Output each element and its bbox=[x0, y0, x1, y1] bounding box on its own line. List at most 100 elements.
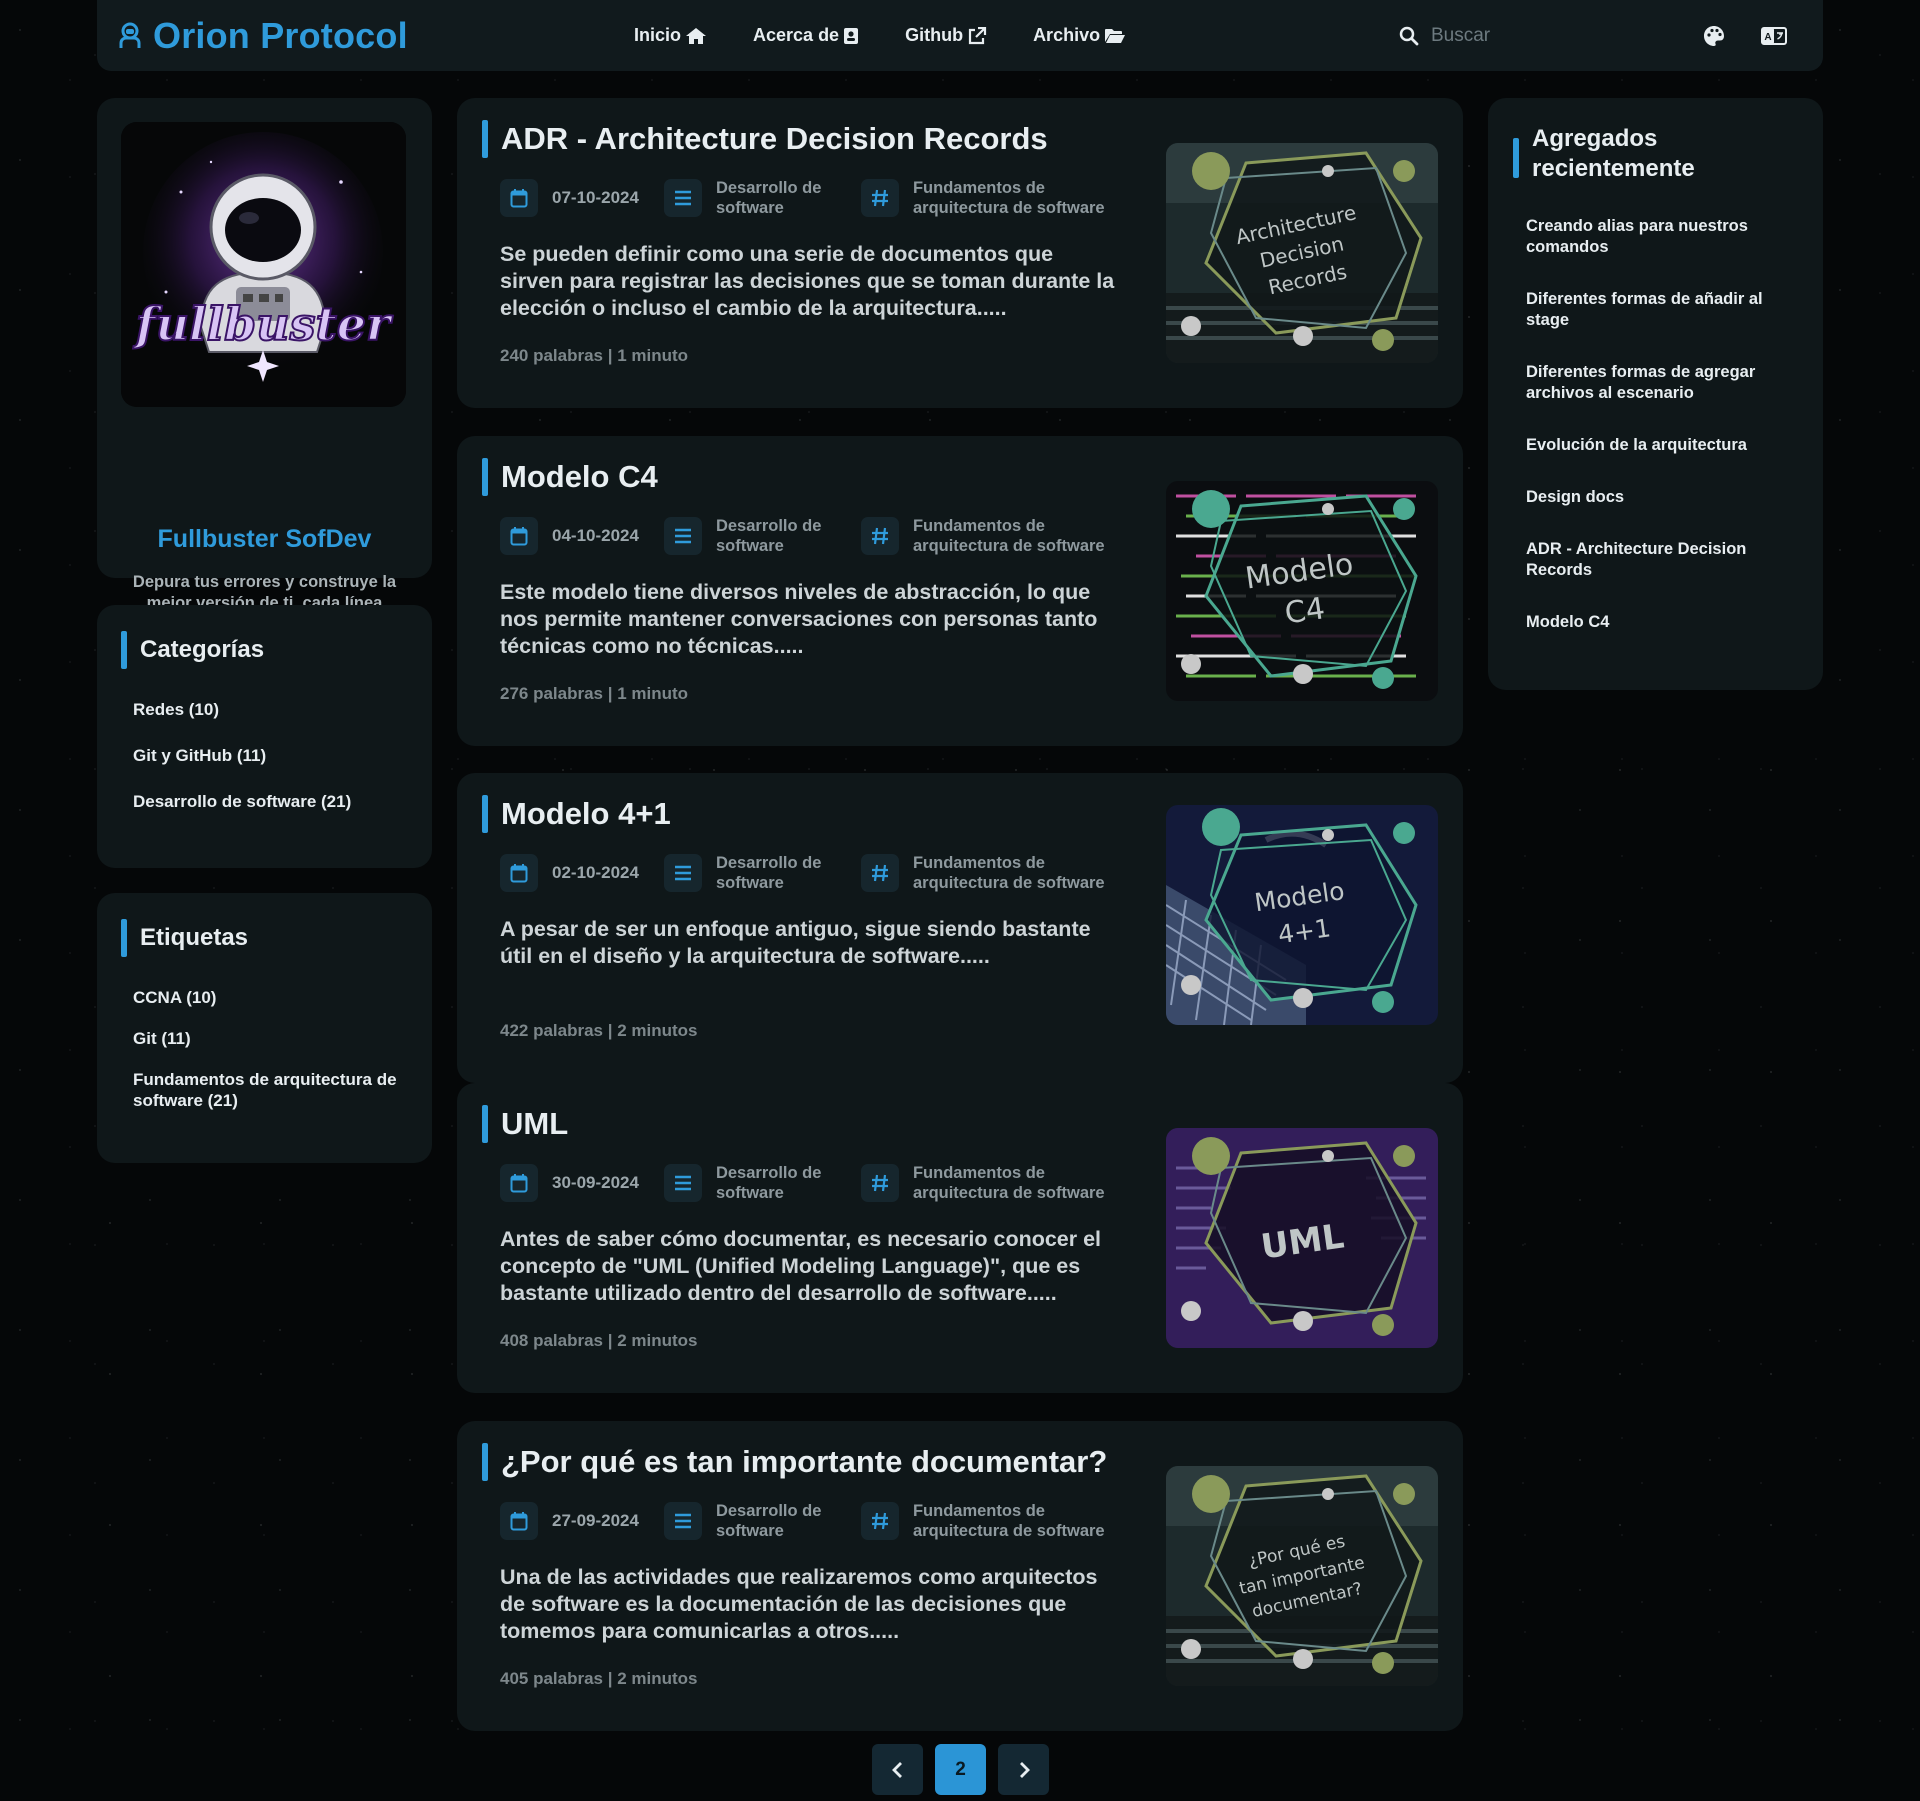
post-excerpt: Una de las actividades que realizaremos … bbox=[500, 1565, 1098, 1643]
recent-post-link[interactable]: Evolución de la arquitectura bbox=[1526, 435, 1796, 456]
recent-post-link[interactable]: Design docs bbox=[1526, 487, 1796, 508]
post-heading: UML bbox=[482, 1105, 568, 1143]
post-title[interactable]: Modelo C4 bbox=[501, 458, 658, 496]
tags-heading: Etiquetas bbox=[121, 919, 248, 957]
avatar-logo-text: fullbuster bbox=[133, 297, 394, 351]
post-thumbnail[interactable]: Modelo 4+1 bbox=[1166, 805, 1438, 1025]
post-excerpt: Antes de saber cómo documentar, es neces… bbox=[500, 1227, 1102, 1305]
post-thumbnail[interactable]: Modelo C4 bbox=[1166, 481, 1438, 701]
post-category[interactable]: Desarrollo de software bbox=[716, 516, 836, 556]
heading-accent-bar bbox=[482, 795, 488, 833]
categories-list: Redes (10) Git y GitHub (11) Desarrollo … bbox=[133, 699, 351, 812]
tags-list: CCNA (10) Git (11) Fundamentos de arquit… bbox=[133, 987, 403, 1111]
recent-post-link[interactable]: Modelo C4 bbox=[1526, 612, 1796, 633]
post-category[interactable]: Desarrollo de software bbox=[716, 853, 836, 893]
post-tag[interactable]: Fundamentos de arquitectura de software bbox=[913, 1501, 1133, 1541]
nav-link-inicio[interactable]: Inicio bbox=[634, 25, 707, 46]
post-card[interactable]: ¿Por qué es tan importante documentar? 2… bbox=[457, 1421, 1463, 1731]
category-link[interactable]: Desarrollo de software (21) bbox=[133, 791, 351, 812]
heading-accent-bar bbox=[482, 1443, 488, 1481]
nav-tools: A bbox=[1667, 0, 1787, 71]
calendar-icon bbox=[500, 1502, 538, 1540]
external-link-icon bbox=[968, 26, 987, 44]
post-stats: 240 palabras | 1 minuto bbox=[500, 346, 689, 365]
heading-accent-bar bbox=[1513, 138, 1519, 178]
post-card[interactable]: UML 30-09-2024 Desarrollo de software Fu… bbox=[457, 1083, 1463, 1393]
pagination: 2 bbox=[872, 1744, 1061, 1795]
next-page-button[interactable] bbox=[998, 1744, 1049, 1795]
post-category[interactable]: Desarrollo de software bbox=[716, 1163, 836, 1203]
search-icon[interactable] bbox=[1399, 26, 1419, 46]
post-thumbnail[interactable]: UML bbox=[1166, 1128, 1438, 1348]
post-meta: 02-10-2024 Desarrollo de software Fundam… bbox=[500, 853, 1133, 893]
palette-icon[interactable] bbox=[1703, 25, 1725, 47]
tags-panel: Etiquetas CCNA (10) Git (11) Fundamentos… bbox=[97, 893, 432, 1163]
post-stats: 276 palabras | 1 minuto bbox=[500, 684, 689, 703]
tag-link[interactable]: Fundamentos de arquitectura de software … bbox=[133, 1069, 403, 1111]
post-tag[interactable]: Fundamentos de arquitectura de software bbox=[913, 178, 1133, 218]
post-category[interactable]: Desarrollo de software bbox=[716, 178, 836, 218]
post-thumbnail[interactable]: ¿Por qué es tan importante documentar? bbox=[1166, 1466, 1438, 1686]
nav-link-acerca[interactable]: Acerca de bbox=[753, 25, 859, 46]
brand-link[interactable]: Orion Protocol bbox=[119, 15, 408, 57]
calendar-icon bbox=[500, 1164, 538, 1202]
post-tag[interactable]: Fundamentos de arquitectura de software bbox=[913, 853, 1133, 893]
nav-links: Inicio Acerca de Github Archivo bbox=[634, 0, 1172, 71]
language-icon[interactable]: A bbox=[1761, 26, 1787, 45]
hashtag-icon bbox=[860, 1164, 899, 1202]
tag-link[interactable]: CCNA (10) bbox=[133, 987, 403, 1008]
recent-post-link[interactable]: Creando alias para nuestros comandos bbox=[1526, 216, 1796, 258]
category-link[interactable]: Redes (10) bbox=[133, 699, 351, 720]
heading-accent-bar bbox=[482, 458, 488, 496]
recent-post-link[interactable]: Diferentes formas de agregar archivos al… bbox=[1526, 362, 1796, 404]
hashtag-icon bbox=[860, 517, 899, 555]
nav-link-label: Archivo bbox=[1033, 25, 1101, 45]
tag-link[interactable]: Git (11) bbox=[133, 1028, 403, 1049]
post-card[interactable]: ADR - Architecture Decision Records 07-1… bbox=[457, 98, 1463, 408]
post-date: 02-10-2024 bbox=[552, 863, 639, 882]
post-excerpt: A pesar de ser un enfoque antiguo, sigue… bbox=[500, 917, 1091, 968]
recent-title: Agregados recientemente bbox=[1532, 125, 1695, 182]
heading-accent-bar bbox=[121, 631, 127, 669]
categories-panel: Categorías Redes (10) Git y GitHub (11) … bbox=[97, 605, 432, 868]
post-meta: 04-10-2024 Desarrollo de software Fundam… bbox=[500, 516, 1133, 556]
post-stats: 405 palabras | 2 minutos bbox=[500, 1669, 698, 1688]
avatar: fullbuster bbox=[121, 122, 406, 407]
recent-post-link[interactable]: ADR - Architecture Decision Records bbox=[1526, 539, 1796, 581]
search-box bbox=[1399, 0, 1631, 71]
post-category[interactable]: Desarrollo de software bbox=[716, 1501, 836, 1541]
prev-page-button[interactable] bbox=[872, 1744, 923, 1795]
category-list-icon bbox=[663, 1502, 702, 1540]
nav-link-github[interactable]: Github bbox=[905, 25, 987, 46]
post-title[interactable]: Modelo 4+1 bbox=[501, 795, 671, 833]
nav-link-label: Github bbox=[905, 25, 964, 45]
category-link[interactable]: Git y GitHub (11) bbox=[133, 745, 351, 766]
post-thumbnail[interactable]: Architecture Decision Records bbox=[1166, 143, 1438, 363]
post-date: 04-10-2024 bbox=[552, 526, 639, 545]
heading-accent-bar bbox=[482, 1105, 488, 1143]
folder-open-icon bbox=[1105, 28, 1126, 43]
chevron-right-icon bbox=[1019, 1761, 1030, 1778]
hashtag-icon bbox=[860, 1502, 899, 1540]
nav-link-label: Inicio bbox=[634, 25, 682, 45]
post-tag[interactable]: Fundamentos de arquitectura de software bbox=[913, 1163, 1133, 1203]
post-date: 30-09-2024 bbox=[552, 1173, 639, 1192]
nav-link-label: Acerca de bbox=[753, 25, 840, 45]
post-title[interactable]: ¿Por qué es tan importante documentar? bbox=[501, 1443, 1107, 1481]
hashtag-icon bbox=[860, 854, 899, 892]
post-card[interactable]: Modelo 4+1 02-10-2024 Desarrollo de soft… bbox=[457, 773, 1463, 1083]
post-excerpt: Este modelo tiene diversos niveles de ab… bbox=[500, 580, 1098, 658]
thumb-caption-line: C4 bbox=[1283, 591, 1328, 631]
post-title[interactable]: ADR - Architecture Decision Records bbox=[501, 120, 1048, 158]
post-card[interactable]: Modelo C4 04-10-2024 Desarrollo de softw… bbox=[457, 436, 1463, 746]
post-tag[interactable]: Fundamentos de arquitectura de software bbox=[913, 516, 1133, 556]
post-date: 07-10-2024 bbox=[552, 188, 639, 207]
category-list-icon bbox=[663, 1164, 702, 1202]
current-page-button[interactable]: 2 bbox=[935, 1744, 986, 1795]
post-title[interactable]: UML bbox=[501, 1105, 568, 1143]
search-input[interactable] bbox=[1431, 24, 1631, 47]
navbar: Orion Protocol Inicio Acerca de Github A… bbox=[97, 0, 1823, 71]
nav-link-archivo[interactable]: Archivo bbox=[1033, 25, 1126, 46]
tags-title: Etiquetas bbox=[140, 924, 249, 951]
recent-post-link[interactable]: Diferentes formas de añadir al stage bbox=[1526, 289, 1796, 331]
